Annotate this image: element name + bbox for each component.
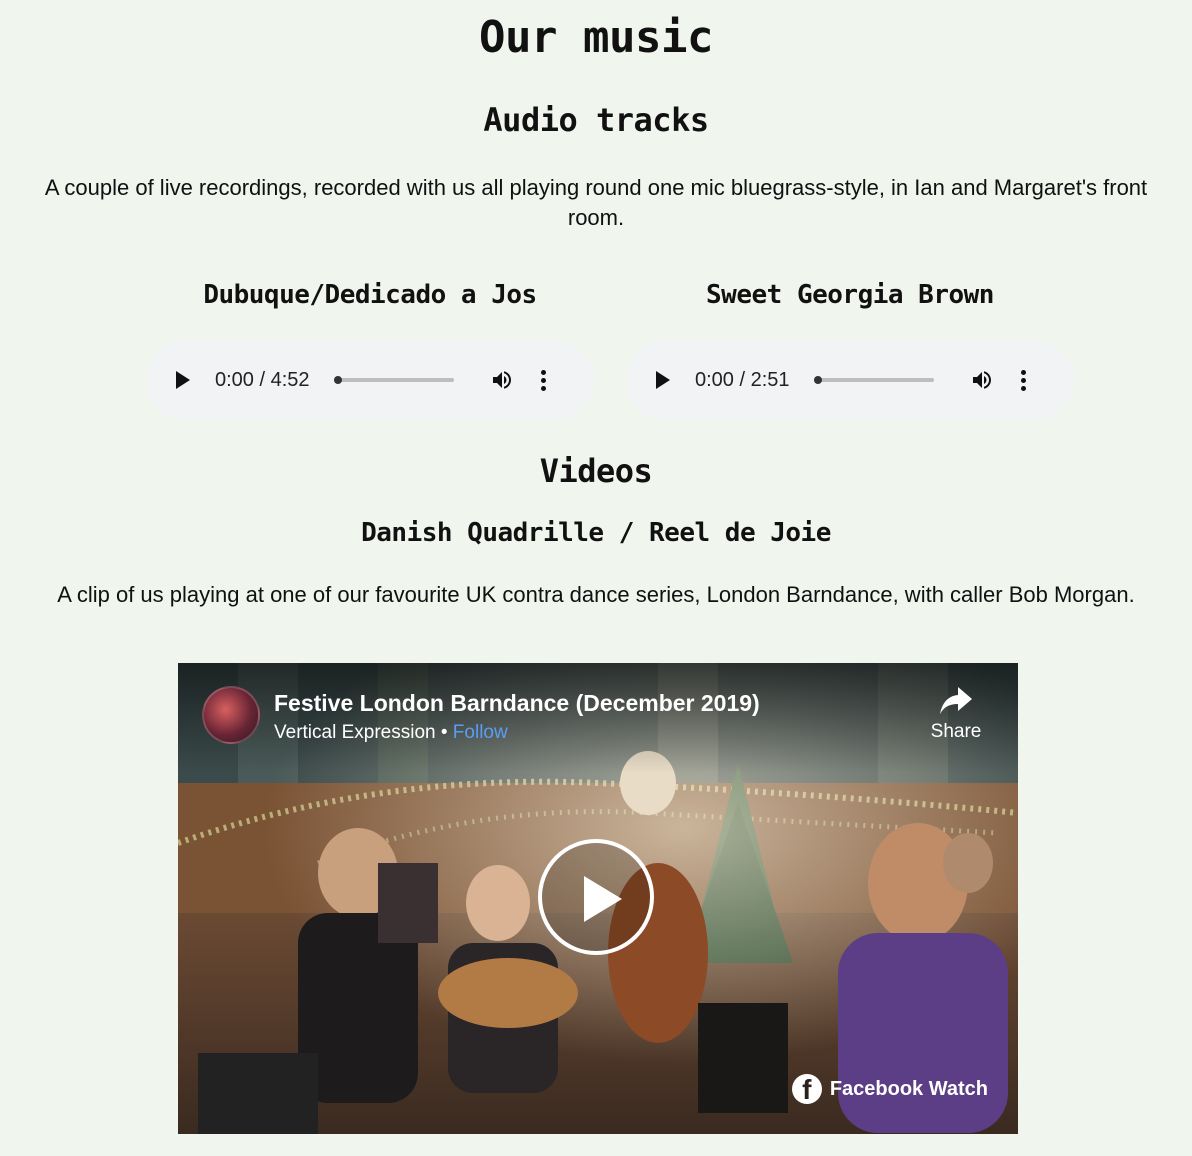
audio-time: 0:00 / 4:52 (215, 368, 310, 391)
audio-time: 0:00 / 2:51 (695, 368, 790, 391)
volume-icon[interactable] (490, 368, 514, 392)
video-header-overlay (178, 663, 1018, 773)
audio-description: A couple of live recordings, recorded wi… (44, 175, 1148, 230)
channel-byline: Vertical Expression • Follow (274, 722, 508, 744)
video-play-button[interactable] (538, 839, 654, 955)
share-arrow-icon (940, 687, 972, 714)
play-icon[interactable] (176, 371, 190, 389)
play-icon[interactable] (656, 371, 670, 389)
videos-section-heading: Videos (539, 452, 653, 490)
follow-link[interactable]: Follow (453, 722, 508, 743)
channel-avatar[interactable] (202, 686, 260, 744)
facebook-icon: f (791, 1074, 822, 1104)
track-title-dubuque: Dubuque/Dedicado a Jos (203, 280, 537, 310)
facebook-video-embed[interactable]: Festive London Barndance (December 2019)… (178, 663, 1018, 1134)
more-vertical-icon[interactable] (1020, 369, 1028, 391)
volume-icon[interactable] (970, 368, 994, 392)
more-vertical-icon[interactable] (540, 369, 548, 391)
channel-name[interactable]: Vertical Expression (274, 722, 436, 743)
video-title-danish-quadrille: Danish Quadrille / Reel de Joie (361, 518, 831, 548)
video-description: A clip of us playing at one of our favou… (57, 582, 1135, 607)
share-button[interactable]: Share (926, 687, 986, 743)
facebook-watch-link[interactable]: f Facebook Watch (791, 1074, 988, 1104)
byline-separator: • (440, 722, 448, 743)
track-title-sweet-georgia-brown: Sweet Georgia Brown (706, 280, 994, 310)
audio-player-sweet-georgia-brown[interactable]: 0:00 / 2:51 (626, 340, 1074, 420)
audio-player-dubuque[interactable]: 0:00 / 4:52 (146, 340, 594, 420)
audio-progress-slider[interactable] (333, 376, 454, 384)
video-embed-title[interactable]: Festive London Barndance (December 2019) (274, 690, 760, 717)
audio-section-heading: Audio tracks (483, 101, 709, 139)
page-title: Our music (479, 12, 713, 63)
audio-progress-slider[interactable] (813, 376, 934, 384)
share-label: Share (930, 721, 982, 742)
facebook-watch-label: Facebook Watch (829, 1077, 988, 1100)
